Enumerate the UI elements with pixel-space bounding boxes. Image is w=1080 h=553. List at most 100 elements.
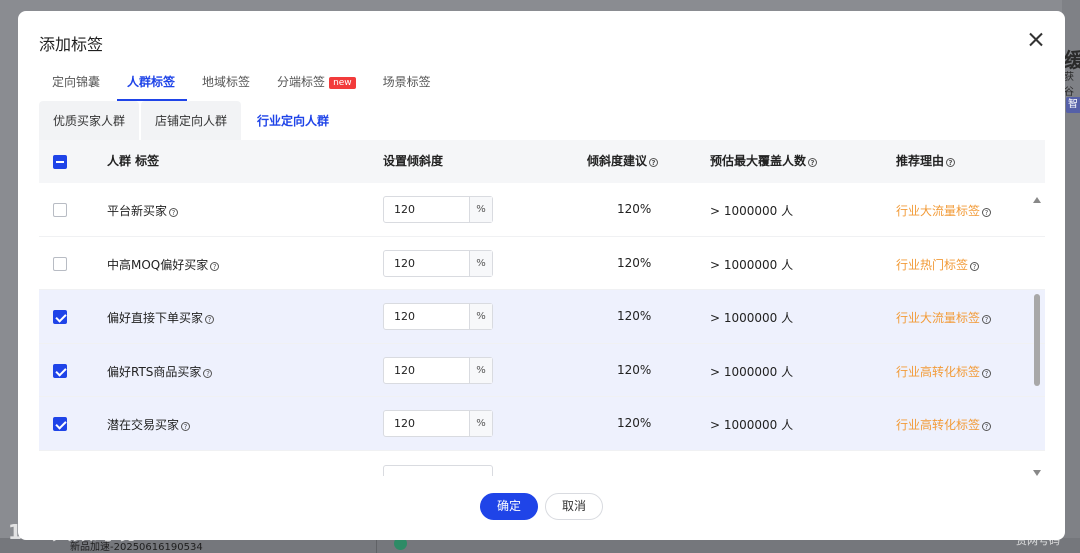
help-icon[interactable]: ? (205, 315, 215, 324)
row-reason: 行业大流量标签? (896, 309, 992, 326)
tilt-input-group: % (383, 303, 493, 330)
percent-unit: % (469, 197, 492, 222)
header-suggest: 倾斜度建议? (587, 140, 659, 183)
tab-label: 人群标签 (127, 75, 176, 89)
row-reason: 行业热门标签? (896, 256, 980, 273)
tab-device-tags[interactable]: 分端标签 new (277, 73, 356, 101)
row-reason-label: 行业高转化标签 (896, 364, 981, 379)
help-icon[interactable]: ? (982, 315, 992, 324)
row-name: 平台新买家? (107, 202, 179, 219)
help-icon[interactable]: ? (982, 208, 992, 217)
table-header: 人群 标签 设置倾斜度 倾斜度建议? 预估最大覆盖人数? 推荐理由? (39, 140, 1045, 183)
scroll-down-icon[interactable] (1033, 470, 1041, 476)
modal-title: 添加标签 (39, 35, 104, 54)
header-name-label: 人群 标签 (107, 154, 160, 168)
audience-subtabs: 优质买家人群 店铺定向人群 行业定向人群 (39, 101, 345, 141)
row-cover: > 1000000 人 (710, 204, 794, 218)
tilt-input[interactable] (384, 304, 469, 329)
row-name-label: 中高MOQ偏好买家 (107, 257, 209, 272)
row-suggest: 120% (617, 309, 652, 323)
row-name-label: 平台新买家 (107, 204, 168, 218)
help-icon[interactable]: ? (210, 261, 220, 271)
tab-label: 地域标签 (202, 75, 251, 89)
tag-type-tabs: 定向锦囊 人群标签 地域标签 分端标签 new 场景标签 (52, 73, 458, 101)
tilt-input[interactable] (384, 197, 469, 222)
audience-table: 人群 标签 设置倾斜度 倾斜度建议? 预估最大覆盖人数? 推荐理由? 平台新买家… (39, 140, 1045, 451)
tilt-input-group: % (383, 249, 493, 277)
tab-scene-tags[interactable]: 场景标签 (383, 73, 431, 101)
row-cover: > 1000000 人 (710, 311, 794, 325)
help-icon[interactable]: ? (181, 422, 191, 431)
confirm-button[interactable]: 确定 (480, 493, 538, 520)
header-reason-label: 推荐理由 (896, 154, 945, 168)
tilt-input[interactable] (384, 250, 469, 276)
row-reason: 行业大流量标签? (896, 202, 992, 219)
watermark-logo: 1© 大数跨境 (8, 520, 136, 544)
help-icon[interactable]: ? (649, 158, 659, 167)
tab-region-tags[interactable]: 地域标签 (202, 73, 250, 101)
tab-label: 场景标签 (382, 75, 431, 89)
table-row: 潜在交易买家? % 120% > 1000000 人 行业高转化标签? (39, 397, 1045, 451)
row-name-label: 偏好RTS商品买家 (107, 364, 202, 379)
row-checkbox[interactable] (53, 310, 67, 324)
scroll-thumb[interactable] (1034, 294, 1040, 386)
row-reason-label: 行业热门标签 (896, 257, 969, 272)
table-row: 偏好RTS商品买家? % 120% > 1000000 人 行业高转化标签? (39, 343, 1045, 397)
help-icon[interactable]: ? (203, 368, 213, 378)
row-reason-label: 行业大流量标签 (896, 311, 981, 325)
partial-table-row (39, 462, 1045, 476)
help-icon[interactable]: ? (808, 158, 818, 167)
header-tilt: 设置倾斜度 (383, 140, 443, 183)
subtab-store-targeting[interactable]: 店铺定向人群 (141, 101, 242, 141)
help-icon[interactable]: ? (169, 208, 179, 217)
table-row: 平台新买家? % 120% > 1000000 人 行业大流量标签? (39, 183, 1045, 237)
background-divider (376, 538, 377, 553)
subtab-industry-targeting[interactable]: 行业定向人群 (243, 101, 344, 141)
tab-targeting-kit[interactable]: 定向锦囊 (52, 73, 100, 101)
close-icon[interactable] (1024, 28, 1048, 52)
table-scrollbar[interactable] (1030, 196, 1044, 476)
row-reason: 行业高转化标签? (896, 363, 992, 380)
subtab-quality-buyers[interactable]: 优质买家人群 (39, 101, 140, 141)
row-name: 偏好直接下单买家? (107, 309, 215, 326)
tilt-input[interactable] (384, 357, 469, 383)
tilt-input-group: % (383, 410, 493, 437)
header-name: 人群 标签 (107, 140, 159, 183)
row-name: 中高MOQ偏好买家? (107, 256, 220, 273)
cancel-button[interactable]: 取消 (545, 493, 603, 520)
header-cover-label: 预估最大覆盖人数 (710, 154, 807, 168)
row-checkbox[interactable] (53, 203, 67, 217)
row-suggest: 120% (617, 202, 652, 216)
tilt-input[interactable] (384, 411, 469, 436)
header-tilt-label: 设置倾斜度 (383, 154, 444, 168)
row-cover: > 1000000 人 (710, 257, 794, 272)
help-icon[interactable]: ? (982, 422, 992, 431)
percent-unit: % (469, 304, 492, 329)
percent-unit: % (469, 357, 492, 383)
select-all-checkbox[interactable] (53, 155, 67, 169)
header-suggest-label: 倾斜度建议 (587, 154, 648, 168)
new-badge: new (329, 77, 356, 89)
row-reason: 行业高转化标签? (896, 416, 992, 433)
row-name-label: 潜在交易买家 (107, 418, 180, 432)
row-name-label: 偏好直接下单买家 (107, 311, 204, 325)
help-icon[interactable]: ? (946, 158, 956, 167)
row-suggest: 120% (617, 362, 652, 377)
tilt-input-partial[interactable] (383, 465, 493, 476)
tab-audience-tags[interactable]: 人群标签 (117, 73, 188, 101)
watermark-right: 赏网号码 (1016, 534, 1060, 547)
row-name: 潜在交易买家? (107, 416, 191, 433)
modal-footer: 确定 取消 (18, 491, 1065, 521)
row-cover: > 1000000 人 (710, 418, 794, 432)
help-icon[interactable]: ? (982, 368, 992, 378)
table-row: 偏好直接下单买家? % 120% > 1000000 人 行业大流量标签? (39, 290, 1045, 344)
row-reason-label: 行业高转化标签 (896, 418, 981, 432)
row-checkbox[interactable] (53, 417, 67, 431)
header-reason: 推荐理由? (896, 140, 956, 183)
add-tag-modal: 添加标签 定向锦囊 人群标签 地域标签 分端标签 new 场景标签 优质买家人群 … (18, 11, 1065, 540)
help-icon[interactable]: ? (970, 261, 980, 271)
watermark-text: 大数跨境 (51, 520, 136, 544)
row-checkbox[interactable] (53, 363, 67, 378)
row-checkbox[interactable] (53, 256, 67, 271)
scroll-up-icon[interactable] (1033, 197, 1041, 203)
